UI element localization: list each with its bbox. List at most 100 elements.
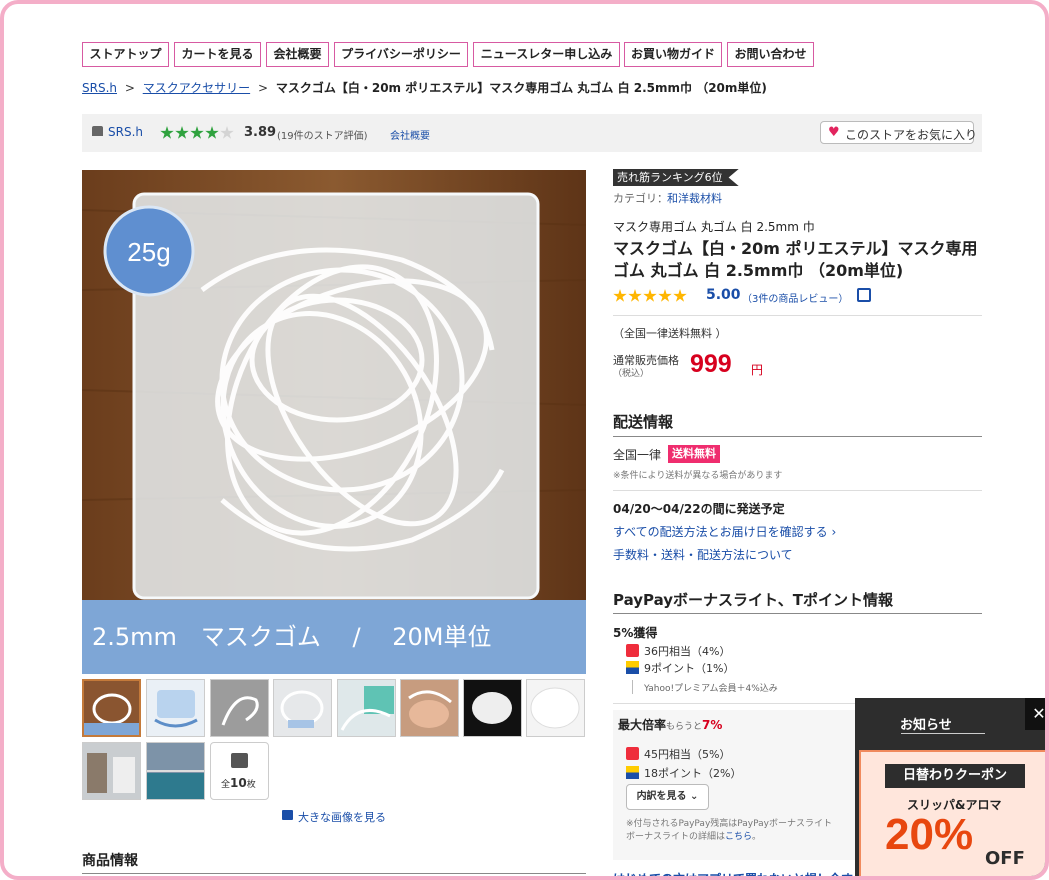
thumbnail-5[interactable] <box>337 679 396 737</box>
store-rating-count: (19件のストア評価) <box>277 131 368 142</box>
points-premium-note: Yahoo!プレミアム会員＋4%込み <box>644 684 778 694</box>
max-footnote: ※付与されるPayPay残高はPayPayボーナスライト <box>626 819 832 829</box>
star-icon <box>613 289 627 302</box>
store-name[interactable]: SRS.h <box>108 125 143 139</box>
image-count: 全10枚 <box>221 776 256 790</box>
nav-newsletter[interactable]: ニュースレター申し込み <box>473 42 620 67</box>
breadcrumb: SRS.h > マスクアクセサリー > マスクゴム【白・20m ポリエステル】マ… <box>82 79 767 96</box>
product-info-heading: 商品情報 <box>82 853 138 869</box>
divider <box>613 315 982 316</box>
nav-company[interactable]: 会社概要 <box>266 42 329 67</box>
divider <box>632 680 633 694</box>
thumbnail-6[interactable] <box>400 679 459 737</box>
thumbnail-8[interactable] <box>526 679 585 737</box>
price-currency: 円 <box>751 363 764 377</box>
paypay-icon <box>626 644 639 657</box>
thumbnail-art <box>84 693 139 735</box>
enlarge-image-link[interactable]: 大きな画像を見る <box>298 809 386 825</box>
delivery-all-methods-link[interactable]: すべての配送方法とお届け日を確認する › <box>613 523 836 540</box>
notice-title: お知らせ <box>900 718 952 733</box>
edit-review-icon[interactable] <box>857 288 871 302</box>
thumbnail-art <box>87 753 135 793</box>
notice-popup: お知らせ ✕ 日替わりクーポン スリッパ&アロマ 20% OFF <box>855 698 1045 876</box>
ranking-badge[interactable]: 売れ筋ランキング6位 <box>613 169 739 186</box>
delivery-region: 全国一律 <box>613 448 662 462</box>
points-paypay: 36円相当（4%） <box>644 645 731 658</box>
details-link[interactable]: こちら <box>725 832 752 842</box>
thumbnail-art <box>408 690 452 728</box>
tpoint-icon <box>626 766 639 779</box>
breadcrumb-category[interactable]: マスクアクセサリー <box>143 81 250 95</box>
thumbnail-3[interactable] <box>210 679 269 737</box>
coupon-banner[interactable]: 日替わりクーポン スリッパ&アロマ 20% OFF <box>859 750 1045 876</box>
thumbnail-1[interactable] <box>82 679 141 737</box>
image-caption: 2.5mm マスクゴム / 20M単位 <box>92 623 492 651</box>
store-icon <box>92 126 103 136</box>
product-subtitle: マスク専用ゴム 丸ゴム 白 2.5mm 巾 <box>613 220 815 234</box>
breakdown-button[interactable]: 内訳を見る ⌄ <box>626 784 709 810</box>
divider <box>82 873 586 874</box>
points-heading: PayPayボーナスライト、Tポイント情報 <box>613 591 893 609</box>
store-company-link[interactable]: 会社概要 <box>390 127 430 142</box>
enlarge-icon <box>282 810 293 820</box>
paypay-icon <box>626 747 639 760</box>
divider <box>901 733 985 734</box>
thumbnail-2[interactable] <box>146 679 205 737</box>
delivery-note: ※条件により送料が異なる場合があります <box>613 471 783 481</box>
star-icon <box>658 289 672 302</box>
thumbnail-art <box>147 770 204 799</box>
product-review-count[interactable]: （3件の商品レビュー） <box>742 290 848 305</box>
breadcrumb-sep: > <box>257 81 269 95</box>
price-value: 999 <box>690 350 732 378</box>
star-icon <box>643 289 657 302</box>
max-rate-label: 最大倍率もらうと7% <box>618 718 723 732</box>
weight-badge: 25g <box>127 237 170 267</box>
nav-privacy[interactable]: プライバシーポリシー <box>334 42 468 67</box>
points-earn: 5%獲得 <box>613 626 658 640</box>
store-rating-stars <box>160 126 235 143</box>
star-icon <box>205 126 219 139</box>
image-icon <box>231 753 248 768</box>
breadcrumb-current: マスクゴム【白・20m ポリエステル】マスク専用ゴム 丸ゴム 白 2.5mm巾 … <box>275 81 767 95</box>
nav-contact[interactable]: お問い合わせ <box>727 42 814 67</box>
star-icon <box>175 126 189 139</box>
thumbnail-art <box>221 696 259 726</box>
store-favorite-button[interactable]: ♥ このストアをお気に入り <box>820 121 977 144</box>
main-product-image[interactable]: 25g 2.5mm マスクゴム / 20M単位 <box>82 170 586 674</box>
max-tpoint: 18ポイント（2%） <box>644 767 742 780</box>
thumbnail-art <box>280 690 324 728</box>
page-frame: ストアトップ カートを見る 会社概要 プライバシーポリシー ニュースレター申し込… <box>0 0 1049 880</box>
thumbnail-9[interactable] <box>82 742 141 800</box>
nav-store-top[interactable]: ストアトップ <box>82 42 169 67</box>
star-icon <box>220 126 234 139</box>
divider <box>613 613 982 614</box>
thumbnail-art <box>340 686 394 731</box>
breadcrumb-sep: > <box>124 81 135 95</box>
star-icon <box>673 289 687 302</box>
product-title: マスクゴム【白・20m ポリエステル】マスク専用ゴム 丸ゴム 白 2.5mm巾 … <box>613 239 978 280</box>
thumbnail-art <box>530 687 580 729</box>
nav-cart[interactable]: カートを見る <box>174 42 261 67</box>
delivery-heading: 配送情報 <box>613 413 674 431</box>
thumbnail-4[interactable] <box>273 679 332 737</box>
coupon-off: OFF <box>985 848 1025 869</box>
category-link[interactable]: 和洋裁材料 <box>667 190 722 206</box>
star-icon <box>628 289 642 302</box>
delivery-schedule: 04/20〜04/22の間に発送予定 <box>613 502 785 516</box>
close-icon[interactable]: ✕ <box>1025 698 1045 730</box>
thumbnail-7[interactable] <box>463 679 522 737</box>
breadcrumb-store[interactable]: SRS.h <box>82 81 117 95</box>
heart-icon: ♥ <box>828 125 840 140</box>
product-rating-value[interactable]: 5.00 <box>706 287 741 303</box>
thumbnail-10[interactable] <box>146 742 205 800</box>
delivery-fees-link[interactable]: 手数料・送料・配送方法について <box>613 546 793 563</box>
tpoint-icon <box>626 661 639 674</box>
app-banner-link[interactable]: はじめての方はアプリで買わないと損！今すぐ <box>613 870 865 876</box>
category-label: カテゴリ： <box>613 192 668 205</box>
view-all-images-button[interactable]: 全10枚 <box>210 742 269 800</box>
shipping-note: （全国一律送料無料 ） <box>613 327 727 340</box>
nav-guide[interactable]: お買い物ガイド <box>624 42 722 67</box>
max-footnote-2: ボーナスライトの詳細はこちら。 <box>626 832 762 842</box>
divider <box>613 436 982 437</box>
price-tax-label: （税込） <box>613 369 650 379</box>
